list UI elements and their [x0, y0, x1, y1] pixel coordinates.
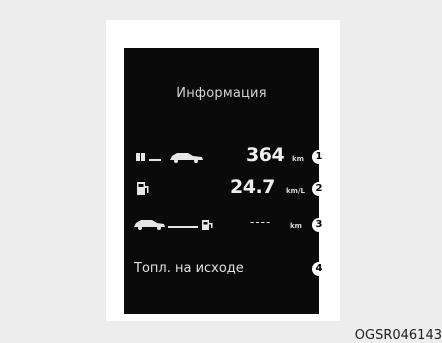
distance-to-empty-row: 364 km 1 [124, 144, 326, 168]
display-title: Информация [176, 86, 267, 101]
callout-1: 1 [312, 150, 326, 164]
refuel-distance-unit: km [290, 222, 302, 230]
range-value: 364 [246, 144, 285, 166]
low-fuel-message: Топл. на исходе [134, 261, 244, 276]
callout-2: 2 [312, 182, 326, 196]
figure-code: OGSR046143 [354, 328, 442, 343]
refuel-distance-value: ---- [250, 215, 272, 229]
distance-refuel-row: ---- km 3 [124, 213, 326, 235]
callout-3: 3 [312, 218, 326, 232]
car-to-pump-icon [134, 220, 213, 230]
economy-unit: km/L [286, 187, 305, 195]
fuel-pump-icon [137, 182, 149, 195]
cluster-display: Информация 364 km 1 24.7 km/L 2 ---- km … [124, 48, 326, 314]
fuel-economy-row: 24.7 km/L 2 [124, 176, 326, 200]
range-unit: km [292, 155, 304, 163]
callout-4: 4 [312, 262, 326, 276]
economy-value: 24.7 [230, 176, 275, 198]
range-car-icon [136, 153, 203, 163]
